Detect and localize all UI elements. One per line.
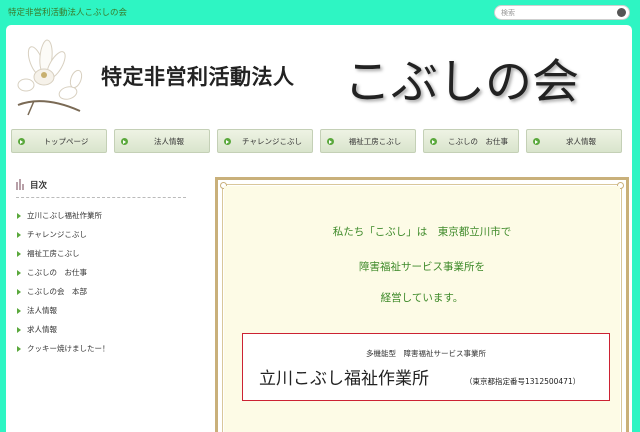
arrow-right-icon — [17, 270, 21, 276]
bullet-arrow-icon — [430, 138, 437, 145]
magnolia-flower-icon — [17, 39, 83, 116]
sidebar-item-work[interactable]: こぶしの お仕事 — [16, 266, 186, 280]
nav-item-label: チャレンジこぶし — [242, 137, 302, 146]
nav-item-corporate-info[interactable]: 法人情報 — [114, 129, 210, 153]
bullet-arrow-icon — [224, 138, 231, 145]
arrow-right-icon — [17, 213, 21, 219]
bullet-arrow-icon — [327, 138, 334, 145]
bar-chart-icon — [16, 179, 24, 190]
sidebar-item-challenge-kobushi[interactable]: チャレンジこぶし — [16, 228, 186, 242]
sidebar-item-jobs[interactable]: 求人情報 — [16, 323, 186, 337]
sidebar-item-label: 求人情報 — [27, 325, 57, 334]
bullet-arrow-icon — [533, 138, 540, 145]
site-name[interactable]: 特定非営利活動法人こぶしの会 — [8, 6, 127, 18]
sidebar-item-headquarters[interactable]: こぶしの会 本部 — [16, 285, 186, 299]
facility-box[interactable]: 多機能型 障害福祉サービス事業所 立川こぶし福祉作業所 （東京都指定番号1312… — [242, 333, 610, 401]
arrow-right-icon — [17, 327, 21, 333]
nav-item-label: 法人情報 — [154, 137, 184, 146]
nav-item-label: 求人情報 — [566, 137, 596, 146]
nav-item-work[interactable]: こぶしの お仕事 — [423, 129, 519, 153]
top-bar: 特定非営利活動法人こぶしの会 — [0, 0, 640, 24]
nav-item-label: こぶしの お仕事 — [448, 137, 508, 146]
sidebar-item-label: 立川こぶし福祉作業所 — [27, 211, 102, 220]
sidebar-item-label: こぶしの お仕事 — [27, 268, 87, 277]
facility-subtitle: 多機能型 障害福祉サービス事業所 — [366, 349, 486, 358]
arrow-right-icon — [17, 308, 21, 314]
intro-line-2: 障害福祉サービス事業所を — [359, 261, 485, 273]
facility-designation-number: （東京都指定番号1312500471） — [465, 377, 581, 386]
nav-item-label: 福祉工房こぶし — [348, 137, 402, 146]
intro-panel: 私たち「こぶし」は 東京都立川市で 障害福祉サービス事業所を 経営しています。 … — [215, 177, 629, 432]
nav-item-jobs[interactable]: 求人情報 — [526, 129, 622, 153]
bullet-arrow-icon — [121, 138, 128, 145]
search-button[interactable] — [617, 8, 626, 17]
sidebar-item-label: クッキー焼けましたー！ — [27, 344, 110, 353]
intro-panel-inner: 私たち「こぶし」は 東京都立川市で 障害福祉サービス事業所を 経営しています。 … — [224, 186, 620, 432]
nav-item-challenge-kobushi[interactable]: チャレンジこぶし — [217, 129, 313, 153]
nav-item-welfare-workshop[interactable]: 福祉工房こぶし — [320, 129, 416, 153]
sidebar-item-label: こぶしの会 本部 — [27, 287, 87, 296]
nav-item-label: トップページ — [43, 137, 89, 146]
toc-divider — [16, 197, 186, 198]
org-name-title: こぶしの会 — [344, 55, 579, 110]
sidebar-item-cookies[interactable]: クッキー焼けましたー！ — [16, 342, 186, 356]
main-nav: トップページ 法人情報 チャレンジこぶし 福祉工房こぶし こぶしの お仕事 求人… — [11, 129, 627, 153]
sidebar-item-welfare-workshop[interactable]: 福祉工房こぶし — [16, 247, 186, 261]
search-box — [494, 5, 630, 20]
sidebar-item-corporate-info[interactable]: 法人情報 — [16, 304, 186, 318]
search-input[interactable] — [501, 7, 611, 18]
sidebar-item-tachikawa-workshop[interactable]: 立川こぶし福祉作業所 — [16, 209, 186, 223]
facility-name: 立川こぶし福祉作業所 — [259, 369, 429, 389]
arrow-right-icon — [17, 232, 21, 238]
arrow-right-icon — [17, 289, 21, 295]
arrow-right-icon — [17, 346, 21, 352]
bullet-arrow-icon — [18, 138, 25, 145]
org-type-title: 特定非営利活動法人 — [101, 65, 295, 89]
header-banner: 特定非営利活動法人 こぶしの会 — [6, 25, 632, 123]
sidebar-item-label: 法人情報 — [27, 306, 57, 315]
sidebar-item-label: チャレンジこぶし — [27, 230, 87, 239]
intro-line-3: 経営しています。 — [380, 292, 464, 304]
nav-item-top[interactable]: トップページ — [11, 129, 107, 153]
arrow-right-icon — [17, 251, 21, 257]
sidebar-item-label: 福祉工房こぶし — [27, 249, 80, 258]
content-card: 特定非営利活動法人 こぶしの会 トップページ 法人情報 チャレンジこぶし 福祉工… — [6, 25, 632, 432]
toc-heading: 目次 — [16, 177, 186, 193]
intro-line-1: 私たち「こぶし」は 東京都立川市で — [332, 226, 512, 238]
toc-title: 目次 — [30, 181, 48, 191]
